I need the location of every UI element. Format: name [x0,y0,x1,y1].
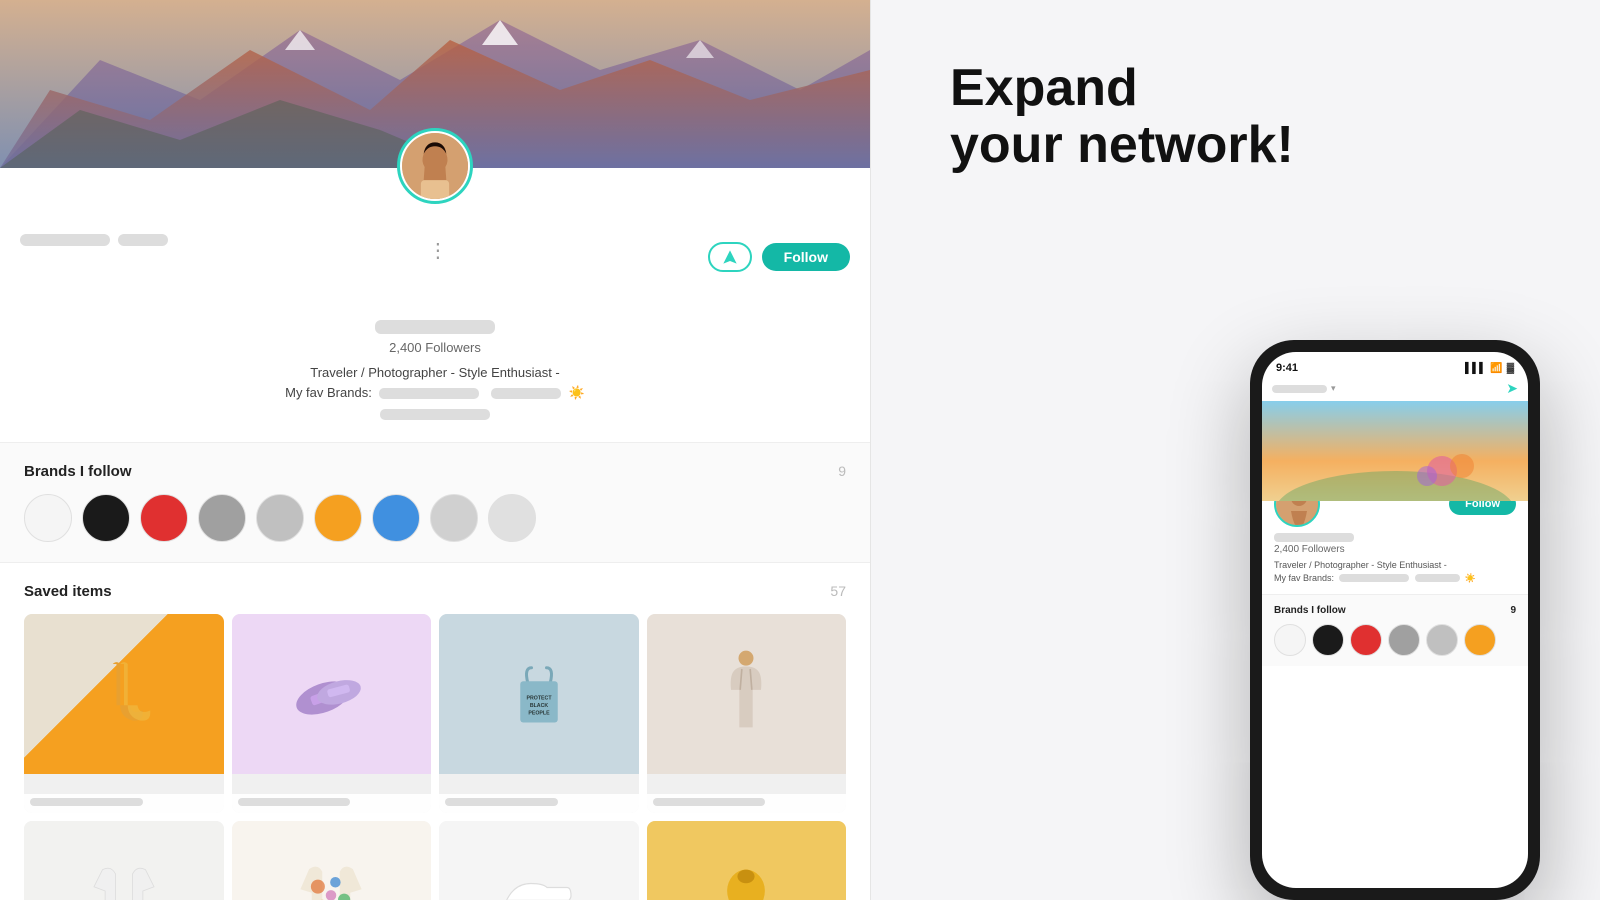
phone-profile-name-blur [1274,533,1354,542]
headline: Expand your network! [950,60,1294,174]
phone-dropdown-icon: ▾ [1331,383,1336,394]
brand-circle-8[interactable] [430,494,478,542]
headline-line2: your network! [950,116,1294,174]
saved-item-outfit[interactable] [647,614,847,814]
phone-brands-header: Brands I follow 9 [1274,605,1516,616]
phone-cover-image [1262,401,1528,501]
bio-brands-blur [379,388,479,399]
saved-item-hoodie[interactable] [232,821,432,900]
brands-title: Brands I follow [24,463,132,480]
left-panel: ⋮ Follow 2,400 Followers Traveler / Phot… [0,0,870,900]
phone-bio-blur-2 [1415,574,1460,582]
brand-circle-7[interactable] [372,494,420,542]
wifi-icon: 📶 [1490,363,1502,374]
saved-title: Saved items [24,583,112,600]
profile-name [375,320,495,334]
phone-screen: 9:41 ▌▌▌ 📶 ▓ ▾ ➤ [1262,352,1528,888]
phone-bio: Traveler / Photographer - Style Enthusia… [1274,559,1516,584]
followers-count: 2,400 Followers [20,340,850,355]
saved-item-bag[interactable]: PROTECT BLACK PEOPLE [439,614,639,814]
svg-text:PROTECT: PROTECT [526,695,552,701]
brands-section: Brands I follow 9 [0,443,870,563]
brand-circle-2[interactable] [82,494,130,542]
phone-username-area: ▾ [1272,383,1336,394]
saved-grid-row1: PROTECT BLACK PEOPLE [24,614,846,814]
saved-item-shoes[interactable] [439,821,639,900]
phone-notch [1365,340,1425,346]
saved-item-label-bag [439,794,639,813]
battery-icon: ▓ [1507,363,1514,374]
brand-circle-6[interactable] [314,494,362,542]
brands-header: Brands I follow 9 [24,463,846,480]
phone-brand-1[interactable] [1274,624,1306,656]
saved-item-hairclip[interactable] [232,614,432,814]
brand-circle-4[interactable] [198,494,246,542]
phone-bio-blur-1 [1339,574,1409,582]
phone-status-bar: 9:41 ▌▌▌ 📶 ▓ [1262,352,1528,378]
phone-brands-title: Brands I follow [1274,605,1346,616]
brands-count: 9 [838,463,846,479]
saved-section: Saved items 57 [0,563,870,900]
phone-brands-count: 9 [1510,605,1516,616]
brands-row [24,494,846,542]
phone-brands-row [1274,624,1516,656]
phone-brand-5[interactable] [1426,624,1458,656]
more-menu-button[interactable]: ⋮ [424,234,452,267]
saved-item-label-outfit [647,794,847,813]
svg-text:BLACK: BLACK [530,702,549,708]
saved-item-label-hairclip [232,794,432,813]
phone-username-row: ▾ ➤ [1262,378,1528,401]
username-area [20,234,168,246]
saved-header: Saved items 57 [24,583,846,600]
bio-line3-blur [380,409,490,420]
follow-button[interactable]: Follow [762,243,850,271]
brand-circle-9[interactable] [488,494,536,542]
phone-brand-3[interactable] [1350,624,1382,656]
phone-brands-section: Brands I follow 9 [1262,595,1528,666]
brand-circle-3[interactable] [140,494,188,542]
phone-followers-count: 2,400 Followers [1274,544,1516,555]
navigate-icon [722,249,738,265]
phone-brand-2[interactable] [1312,624,1344,656]
phone-status-icons: ▌▌▌ 📶 ▓ [1465,363,1514,374]
phone-navigate-icon: ➤ [1506,380,1518,397]
saved-grid-row2 [24,821,846,900]
svg-text:PEOPLE: PEOPLE [528,710,550,716]
bio-brands-blur-2 [491,388,561,399]
navigate-button[interactable] [708,242,752,272]
brand-circle-5[interactable] [256,494,304,542]
saved-item-label-socks [24,794,224,813]
profile-actions: Follow [708,242,850,272]
profile-center: 2,400 Followers Traveler / Photographer … [0,272,870,422]
right-panel: Expand your network! 9:41 ▌▌▌ 📶 ▓ [870,0,1600,900]
signal-icon: ▌▌▌ [1465,363,1486,374]
phone-frame: 9:41 ▌▌▌ 📶 ▓ ▾ ➤ [1250,340,1540,900]
profile-section: ⋮ Follow 2,400 Followers Traveler / Phot… [0,168,870,443]
bio-text: Traveler / Photographer - Style Enthusia… [20,363,850,422]
phone-brand-4[interactable] [1388,624,1420,656]
saved-item-socks[interactable] [24,614,224,814]
avatar [397,128,473,204]
saved-item-hat[interactable] [647,821,847,900]
username-blur [20,234,110,246]
saved-count: 57 [830,583,846,599]
saved-item-top[interactable] [24,821,224,900]
headline-line1: Expand [950,59,1138,117]
brand-circle-1[interactable] [24,494,72,542]
phone-time: 9:41 [1276,362,1298,374]
phone-brand-6[interactable] [1464,624,1496,656]
profile-header-row: ⋮ Follow [0,218,870,272]
phone-mockup: 9:41 ▌▌▌ 📶 ▓ ▾ ➤ [1250,340,1540,900]
phone-name-blur [1272,385,1327,393]
username-blur-2 [118,234,168,246]
